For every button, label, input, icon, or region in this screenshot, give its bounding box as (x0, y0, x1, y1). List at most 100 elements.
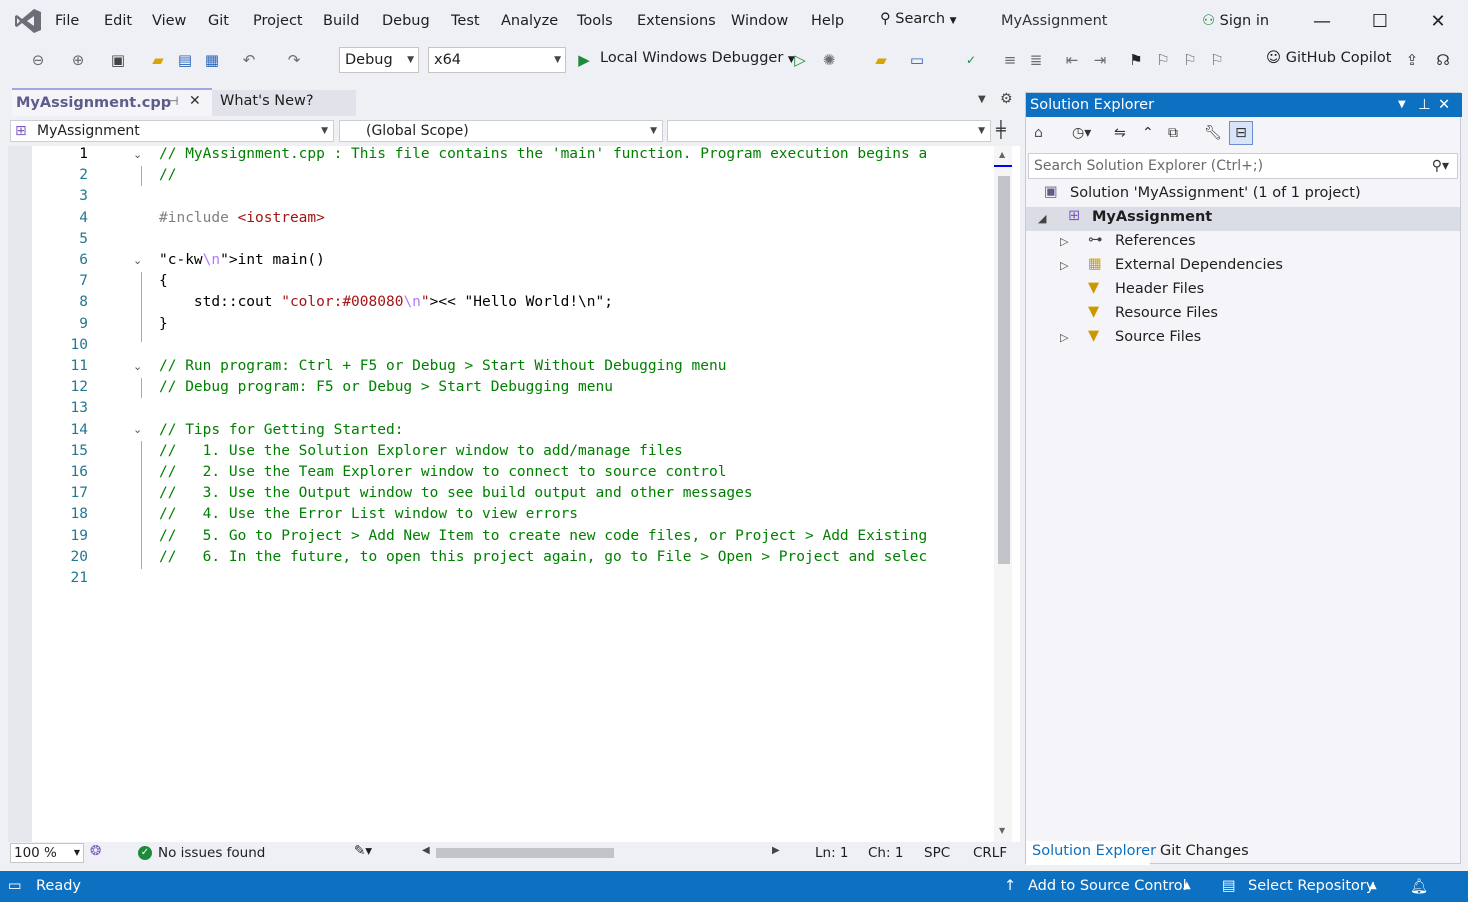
minimize-icon[interactable]: — (1310, 10, 1334, 34)
forward-icon[interactable]: ⊕ (68, 50, 88, 70)
tree-item-references[interactable]: References (1115, 233, 1196, 249)
start-debugging-icon[interactable]: ▶ (574, 50, 594, 70)
tree-solution[interactable]: Solution 'MyAssignment' (1 of 1 project) (1070, 185, 1361, 201)
back-icon[interactable]: ⊖ (28, 50, 48, 70)
code-line[interactable]: // Run program: Ctrl + F5 or Debug > Sta… (159, 358, 989, 374)
uncomment-icon[interactable]: ≣ (1026, 50, 1046, 70)
intellicode-icon[interactable]: ❂ (90, 843, 101, 859)
github-copilot-button[interactable]: ☺ GitHub Copilot (1266, 50, 1391, 66)
hot-reload-icon[interactable]: ✺ (818, 50, 840, 70)
fold-toggle-icon[interactable]: ⌄ (133, 148, 142, 161)
project-dropdown[interactable]: ⊞ MyAssignment ▼ (10, 120, 334, 142)
scroll-left-icon[interactable]: ◀ (422, 845, 430, 856)
code-line[interactable]: // 2. Use the Team Explorer window to co… (159, 464, 989, 480)
output-window-icon[interactable]: ▭ (8, 878, 22, 894)
indent-icon[interactable]: ⇥ (1090, 50, 1110, 70)
tab-myassignment-cpp[interactable]: MyAssignment.cpp ⊣ ✕ (12, 88, 212, 116)
solution-configuration-select[interactable]: Debug ▼ (339, 47, 419, 73)
code-line[interactable]: } (159, 316, 989, 332)
save-icon[interactable]: ▤ (175, 50, 195, 70)
menu-debug[interactable]: Debug (382, 13, 430, 29)
title-search-button[interactable]: ⚲ Search ▼ (880, 11, 957, 27)
add-to-source-control[interactable]: Add to Source Control (1028, 878, 1187, 894)
bookmark-icon[interactable]: ⚑ (1126, 50, 1146, 70)
show-all-files-icon[interactable]: ⧉ (1168, 125, 1178, 141)
whitespace-indicator[interactable]: SPC (924, 845, 950, 861)
visual-studio-logo-icon[interactable] (14, 8, 42, 34)
collapsed-arrow-icon[interactable]: ▷ (1060, 235, 1068, 248)
sync-icon[interactable]: ⇋ (1114, 125, 1126, 141)
menu-build[interactable]: Build (323, 13, 359, 29)
code-line[interactable]: // Debug program: F5 or Debug > Start De… (159, 379, 989, 395)
undo-icon[interactable]: ↶ (238, 50, 260, 70)
tab-solution-explorer[interactable]: Solution Explorer (1026, 841, 1156, 865)
split-editor-icon[interactable]: ╪ (996, 120, 1006, 139)
collapsed-arrow-icon[interactable]: ▷ (1060, 259, 1068, 272)
clear-bookmarks-icon[interactable]: ⚐ (1207, 50, 1227, 70)
tab-whats-new[interactable]: What's New? (212, 90, 356, 116)
pin-icon[interactable]: ⊥ (1418, 93, 1431, 117)
share-icon[interactable]: ⇪ (1402, 50, 1422, 70)
vertical-scroll-thumb[interactable] (998, 176, 1010, 564)
code-editor[interactable]: 1 2 3 4 5 6 7 8 9 10 11 12 13 14 15 16 17 18 19 20 21 // MyA… (8, 146, 1020, 842)
menu-git[interactable]: Git (208, 13, 229, 29)
horizontal-scroll-thumb[interactable] (436, 848, 614, 858)
panel-menu-icon[interactable]: ▼ (1398, 93, 1406, 117)
scope-dropdown[interactable]: (Global Scope) ▼ (339, 120, 663, 142)
scroll-up-icon[interactable]: ▲ (999, 150, 1005, 159)
zoom-select[interactable]: 100 % ▼ (10, 843, 84, 863)
previous-bookmark-icon[interactable]: ⚐ (1153, 50, 1173, 70)
code-line[interactable]: // Tips for Getting Started: (159, 422, 989, 438)
comment-out-icon[interactable]: ≡ (1000, 50, 1020, 70)
platform-select[interactable]: x64 ▼ (428, 47, 566, 73)
code-line[interactable]: // (159, 167, 989, 183)
redo-icon[interactable]: ↷ (283, 50, 305, 70)
code-line[interactable]: { (159, 273, 989, 289)
tree-item-header-files[interactable]: Header Files (1115, 281, 1204, 297)
collapse-all-icon[interactable]: ⌃ (1142, 125, 1154, 141)
menu-help[interactable]: Help (811, 13, 844, 29)
fold-toggle-icon[interactable]: ⌄ (133, 254, 142, 267)
code-line[interactable]: #include <iostream> (159, 210, 989, 226)
properties-wrench-icon[interactable]: 🔧︎ (1204, 125, 1222, 141)
tree-project[interactable]: MyAssignment (1092, 209, 1212, 225)
line-ending-indicator[interactable]: CRLF (973, 845, 1007, 861)
start-debugging-button[interactable]: Local Windows Debugger ▼ (600, 50, 795, 66)
start-without-debugging-icon[interactable]: ▷ (790, 50, 810, 70)
line-indicator[interactable]: Ln: 1 (815, 845, 849, 861)
close-icon[interactable]: ✕ (1426, 10, 1450, 34)
close-tab-icon[interactable]: ✕ (189, 93, 201, 109)
menu-extensions[interactable]: Extensions (637, 13, 716, 29)
new-project-icon[interactable]: ▣ (107, 50, 129, 70)
window-layout-icon[interactable]: ▭ (906, 50, 928, 70)
save-all-icon[interactable]: ▦ (202, 50, 222, 70)
preview-selected-icon[interactable]: ⊟ (1229, 121, 1253, 145)
code-line[interactable]: // 6. In the future, to open this projec… (159, 549, 989, 565)
select-repository[interactable]: Select Repository (1248, 878, 1374, 894)
code-line[interactable]: // MyAssignment.cpp : This file contains… (159, 146, 989, 162)
feedback-icon[interactable]: ☊ (1432, 50, 1454, 70)
open-folder-icon[interactable]: ▰ (148, 50, 168, 70)
pin-icon[interactable]: ⊣ (168, 94, 178, 108)
tree-item-external-dependencies[interactable]: External Dependencies (1115, 257, 1283, 273)
pending-changes-filter-icon[interactable]: ◷▾ (1072, 125, 1091, 141)
tree-item-source-files[interactable]: Source Files (1115, 329, 1201, 345)
column-indicator[interactable]: Ch: 1 (868, 845, 903, 861)
fold-toggle-icon[interactable]: ⌄ (133, 360, 142, 373)
code-line[interactable]: // 4. Use the Error List window to view … (159, 506, 989, 522)
fold-toggle-icon[interactable]: ⌄ (133, 423, 142, 436)
menu-tools[interactable]: Tools (577, 13, 613, 29)
code-cleanup-icon[interactable]: ✎▾ (354, 843, 372, 859)
menu-edit[interactable]: Edit (104, 13, 132, 29)
code-line[interactable]: // 5. Go to Project > Add New Item to cr… (159, 528, 989, 544)
notifications-bell-icon[interactable]: 🔔︎ (1410, 878, 1428, 895)
scroll-right-icon[interactable]: ▶ (772, 845, 780, 856)
code-line[interactable]: // 3. Use the Output window to see build… (159, 485, 989, 501)
solution-explorer-search[interactable]: Search Solution Explorer (Ctrl+;) ⚲▾ (1028, 153, 1458, 179)
browse-folder-icon[interactable]: ▰ (870, 50, 892, 70)
next-bookmark-icon[interactable]: ⚐ (1180, 50, 1200, 70)
issues-status[interactable]: No issues found (158, 845, 265, 861)
tab-overflow-icon[interactable]: ▼ (978, 94, 986, 105)
spell-check-icon[interactable]: ✓ (960, 50, 982, 70)
tree-item-resource-files[interactable]: Resource Files (1115, 305, 1218, 321)
